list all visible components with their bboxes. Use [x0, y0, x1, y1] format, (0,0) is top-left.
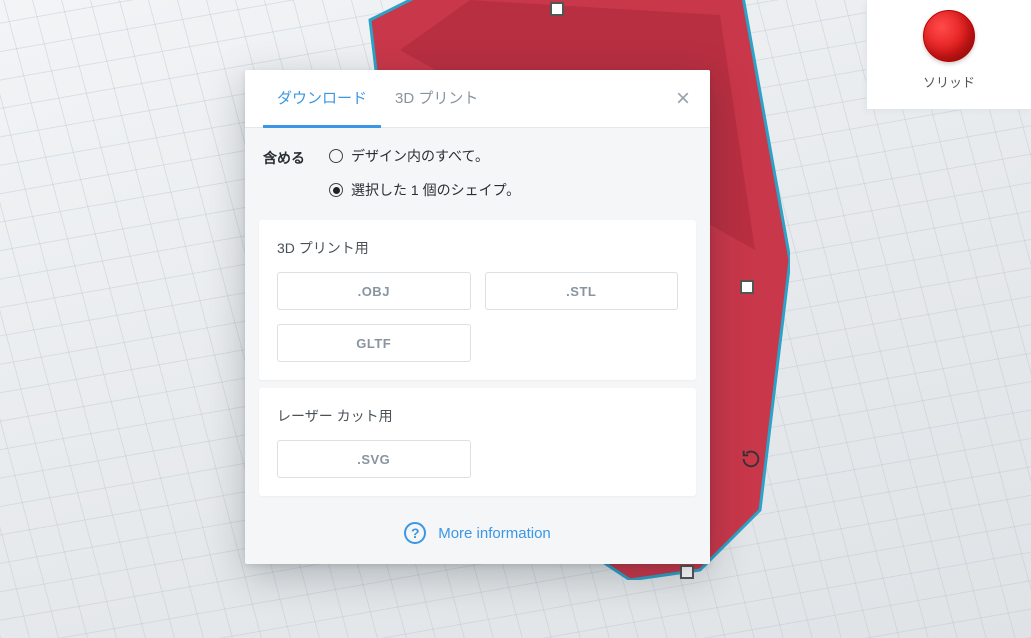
format-button-grid-3d: .OBJ .STL GLTF — [277, 272, 678, 362]
info-icon: ? — [404, 522, 426, 544]
section-laser-title: レーザー カット用 — [277, 406, 678, 426]
radio-include-selected[interactable]: 選択した 1 個のシェイプ。 — [329, 180, 520, 200]
shape-palette-panel: ソリッド — [866, 0, 1031, 110]
include-radio-group: デザイン内のすべて。 選択した 1 個のシェイプ。 — [329, 146, 520, 200]
tab-download-label: ダウンロード — [277, 87, 367, 108]
tab-download[interactable]: ダウンロード — [263, 70, 381, 128]
format-label-stl: .STL — [566, 284, 596, 299]
format-label-obj: .OBJ — [358, 284, 390, 299]
radio-all-label: デザイン内のすべて。 — [351, 146, 489, 166]
close-icon: × — [676, 85, 690, 112]
format-button-obj[interactable]: .OBJ — [277, 272, 471, 310]
format-label-gltf: GLTF — [356, 336, 391, 351]
selection-handle-bottom[interactable] — [680, 565, 694, 579]
tab-3d-print-label: 3D プリント — [395, 87, 478, 108]
palette-label: ソリッド — [923, 72, 975, 91]
format-button-grid-laser: .SVG — [277, 440, 678, 478]
section-3d-print: 3D プリント用 .OBJ .STL GLTF — [259, 220, 696, 380]
radio-selected-label: 選択した 1 個のシェイプ。 — [351, 180, 520, 200]
dialog-tabs-header: ダウンロード 3D プリント × — [245, 70, 710, 128]
color-swatch-solid[interactable] — [923, 10, 975, 62]
more-info-label: More information — [438, 525, 551, 542]
section-laser-cut: レーザー カット用 .SVG — [259, 388, 696, 496]
radio-icon-checked — [329, 183, 343, 197]
selection-handle-top[interactable] — [550, 2, 564, 16]
export-dialog: ダウンロード 3D プリント × 含める デザイン内のすべて。 選択した 1 個… — [245, 70, 710, 564]
include-label: 含める — [263, 146, 305, 168]
format-button-svg[interactable]: .SVG — [277, 440, 471, 478]
section-3d-print-title: 3D プリント用 — [277, 238, 678, 258]
more-information-link[interactable]: ? More information — [245, 504, 710, 564]
close-button[interactable]: × — [672, 83, 694, 115]
format-button-stl[interactable]: .STL — [485, 272, 679, 310]
selection-handle-right[interactable] — [740, 280, 754, 294]
rotate-icon[interactable] — [740, 448, 762, 475]
format-button-gltf[interactable]: GLTF — [277, 324, 471, 362]
format-label-svg: .SVG — [357, 452, 390, 467]
include-options-row: 含める デザイン内のすべて。 選択した 1 個のシェイプ。 — [245, 128, 710, 212]
radio-include-all[interactable]: デザイン内のすべて。 — [329, 146, 520, 166]
tab-3d-print[interactable]: 3D プリント — [381, 70, 492, 128]
radio-icon — [329, 149, 343, 163]
